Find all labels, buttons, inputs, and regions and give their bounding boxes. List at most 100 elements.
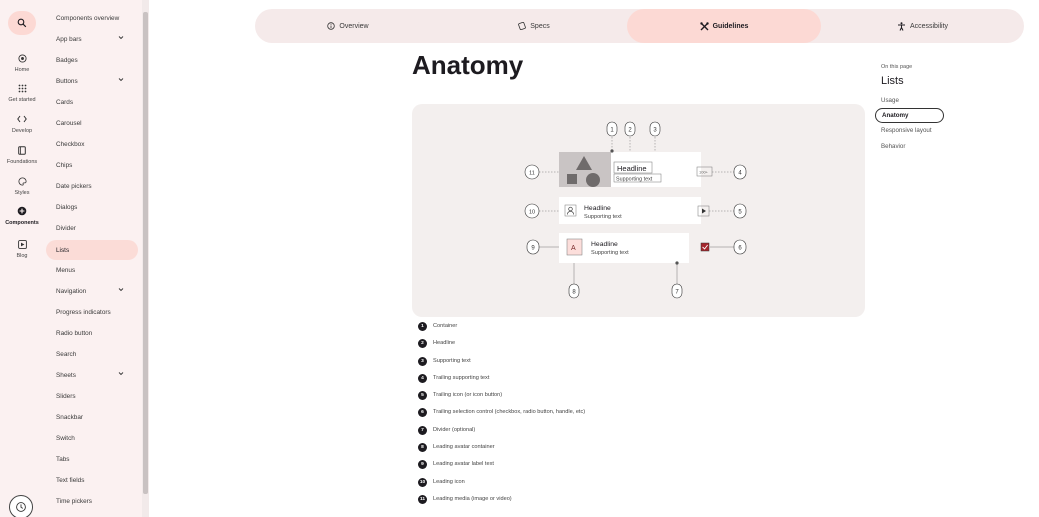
sidebar-item-navigation[interactable]: Navigation xyxy=(46,281,138,301)
trailing-supporting-text: 100+ xyxy=(699,170,709,175)
sidebar-item-dialogs[interactable]: Dialogs xyxy=(46,197,138,217)
legend-item: 6 Trailing selection control (checkbox, r… xyxy=(418,406,585,418)
legend-item: 11 Leading media (image or video) xyxy=(418,493,512,505)
sidebar-item-text-fields[interactable]: Text fields xyxy=(46,470,138,490)
sidebar-item-label: Divider xyxy=(56,224,76,232)
toc-item-behavior[interactable]: Behavior xyxy=(875,139,944,154)
sidebar-item-label: Progress indicators xyxy=(56,308,111,316)
legend-number: 9 xyxy=(418,459,427,469)
tab-overview[interactable]: Overview xyxy=(255,9,441,43)
toc-item-usage[interactable]: Usage xyxy=(875,93,944,108)
tab-label: Overview xyxy=(339,22,369,30)
components-sidebar: Components overview App bars Badges Butt… xyxy=(44,0,142,517)
sidebar-item-search[interactable]: Search xyxy=(46,344,138,364)
sidebar-item-checkbox[interactable]: Checkbox xyxy=(46,134,138,154)
sidebar-item-badges[interactable]: Badges xyxy=(46,50,138,70)
checkbox-checked xyxy=(700,242,710,252)
rail-item-blog[interactable]: Blog xyxy=(0,236,44,260)
sidebar-item-time-pickers[interactable]: Time pickers xyxy=(46,491,138,511)
sidebar-item-divider[interactable]: Divider xyxy=(46,218,138,238)
sidebar-item-label: Snackbar xyxy=(56,413,83,421)
sidebar-item-components-overview[interactable]: Components overview xyxy=(46,8,138,28)
components-icon xyxy=(17,206,27,216)
sidebar-item-menus[interactable]: Menus xyxy=(46,260,138,280)
rail-item-label: Components xyxy=(5,220,39,226)
sidebar-item-cards[interactable]: Cards xyxy=(46,92,138,112)
sidebar-item-switch[interactable]: Switch xyxy=(46,428,138,448)
toc-item-label: Behavior xyxy=(881,143,906,150)
toc-item-anatomy[interactable]: Anatomy xyxy=(875,108,944,123)
legend-number: 4 xyxy=(418,373,427,383)
sidebar-item-sheets[interactable]: Sheets xyxy=(46,365,138,385)
tab-guidelines[interactable]: Guidelines xyxy=(627,9,821,43)
anatomy-figure: Headline Supporting text 100+ Headline S… xyxy=(412,104,865,317)
tab-label: Specs xyxy=(530,22,550,30)
avatar-label-text: A xyxy=(571,245,576,252)
rail-item-develop[interactable]: Develop xyxy=(0,111,44,135)
row2-supporting-text: Supporting text xyxy=(584,214,622,220)
sidebar-item-progress-indicators[interactable]: Progress indicators xyxy=(46,302,138,322)
search-icon xyxy=(17,18,27,28)
rail-item-components[interactable]: Components xyxy=(0,203,44,227)
accessibility-icon xyxy=(897,21,905,31)
legend-number: 10 xyxy=(418,477,427,487)
sidebar-item-chips[interactable]: Chips xyxy=(46,155,138,175)
callout-6: 6 xyxy=(733,239,747,255)
rail-item-label: Home xyxy=(14,67,30,73)
row2-headline: Headline xyxy=(584,205,611,212)
sidebar-item-sliders[interactable]: Sliders xyxy=(46,386,138,406)
circle-shape xyxy=(586,173,600,187)
sidebar-item-app-bars[interactable]: App bars xyxy=(46,29,138,49)
sidebar-item-label: Badges xyxy=(56,56,78,64)
sidebar-scrollbar-thumb[interactable] xyxy=(143,12,148,494)
rail-item-label: Foundations xyxy=(6,159,38,165)
rail-item-get-started[interactable]: Get started xyxy=(0,80,44,104)
sidebar-item-label: Sliders xyxy=(56,392,76,400)
legend-number: 6 xyxy=(418,407,427,417)
rail-item-styles[interactable]: Styles xyxy=(0,173,44,197)
tab-specs[interactable]: Specs xyxy=(441,9,627,43)
sidebar-item-label: Buttons xyxy=(56,77,78,85)
sidebar-item-label: Switch xyxy=(56,434,75,442)
sidebar-item-label: Text fields xyxy=(56,476,85,484)
rail-item-label: Develop xyxy=(11,128,33,134)
toc-item-responsive-layout[interactable]: Responsive layout xyxy=(875,123,944,138)
callout-label: 11 xyxy=(529,171,535,177)
sidebar-item-lists[interactable]: Lists xyxy=(46,240,138,260)
search-button[interactable] xyxy=(8,11,36,35)
legend-text: Supporting text xyxy=(433,358,471,364)
sidebar-item-buttons[interactable]: Buttons xyxy=(46,71,138,91)
legend-text: Leading media (image or video) xyxy=(433,496,512,502)
sidebar-item-date-pickers[interactable]: Date pickers xyxy=(46,176,138,196)
sidebar-item-snackbar[interactable]: Snackbar xyxy=(46,407,138,427)
sidebar-item-tabs[interactable]: Tabs xyxy=(46,449,138,469)
callout-2: 2 xyxy=(624,121,636,137)
row1-supporting-text: Supporting text xyxy=(616,177,653,183)
legend-item: 10 Leading icon xyxy=(418,476,465,488)
theme-toggle-button[interactable] xyxy=(9,495,33,517)
legend-item: 3 Supporting text xyxy=(418,355,471,367)
legend-number: 7 xyxy=(418,425,427,435)
list-item-icon-row xyxy=(559,197,701,224)
callout-3: 3 xyxy=(649,121,661,137)
sidebar-item-carousel[interactable]: Carousel xyxy=(46,113,138,133)
rail-item-home[interactable]: Home xyxy=(0,50,44,74)
legend-item: 2 Headline xyxy=(418,337,455,349)
rail-item-label: Blog xyxy=(16,253,28,259)
tab-accessibility[interactable]: Accessibility xyxy=(821,9,1024,43)
sidebar-item-label: Sheets xyxy=(56,371,76,379)
rail-item-foundations[interactable]: Foundations xyxy=(0,142,44,166)
blog-icon xyxy=(17,239,27,249)
legend-text: Leading icon xyxy=(433,479,465,485)
sidebar-item-radio-button[interactable]: Radio button xyxy=(46,323,138,343)
legend-item: 5 Trailing icon (or icon button) xyxy=(418,389,502,401)
legend-text: Divider (optional) xyxy=(433,427,476,433)
sidebar-item-label: Time pickers xyxy=(56,497,92,505)
legend-text: Trailing supporting text xyxy=(433,375,490,381)
legend-item: 4 Trailing supporting text xyxy=(418,372,489,384)
chevron-down-icon xyxy=(118,78,124,82)
code-icon xyxy=(17,115,27,123)
legend-number: 2 xyxy=(418,338,427,348)
sidebar-item-label: Carousel xyxy=(56,119,82,127)
sidebar-item-label: Search xyxy=(56,350,77,358)
